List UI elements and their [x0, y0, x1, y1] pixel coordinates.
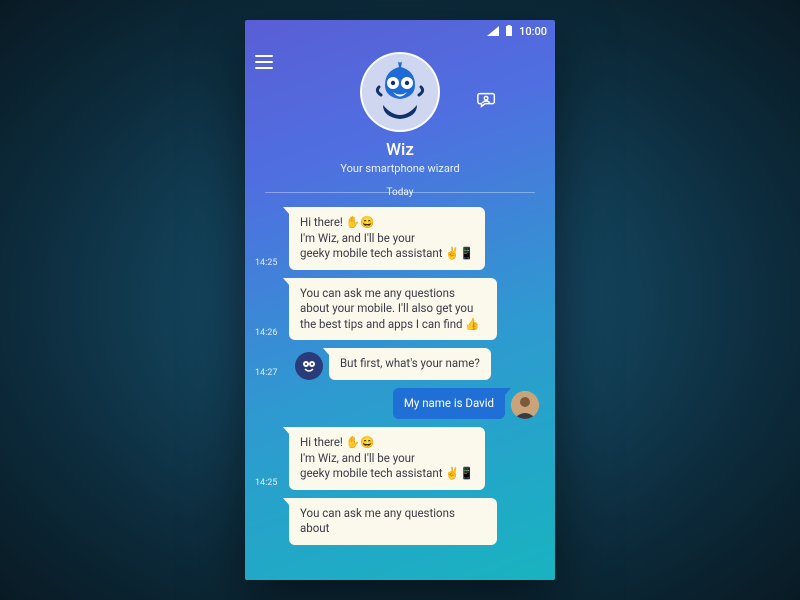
chat-scroll[interactable]: 14:25 Hi there! ✋😄 I'm Wiz, and I'll be …: [245, 207, 555, 545]
battery-icon: [505, 25, 513, 37]
chat-header: Wiz Your smartphone wizard: [245, 42, 555, 175]
message-row: You can ask me any questions about: [255, 498, 545, 545]
message-row: My name is David: [255, 388, 545, 420]
message-time: 14:25: [255, 478, 289, 490]
bot-avatar[interactable]: [360, 52, 440, 132]
message-time: 14:26: [255, 328, 289, 340]
message-time: 14:27: [255, 368, 289, 380]
date-chip: Today: [379, 187, 422, 198]
message-time: 14:25: [255, 258, 289, 270]
contact-chat-icon[interactable]: [473, 86, 501, 114]
message-row: 14:26 You can ask me any questions about…: [255, 278, 545, 341]
clock-text: 10:00: [519, 25, 547, 38]
message-row: 14:25 Hi there! ✋😄 I'm Wiz, and I'll be …: [255, 207, 545, 270]
bot-name: Wiz: [245, 140, 555, 160]
signal-icon: [487, 26, 499, 36]
message-time: [255, 543, 289, 545]
message-row: 14:25 Hi there! ✋😄 I'm Wiz, and I'll be …: [255, 427, 545, 490]
bot-subtitle: Your smartphone wizard: [245, 162, 555, 175]
date-divider: Today: [265, 185, 535, 199]
message-bubble-out[interactable]: My name is David: [393, 388, 505, 420]
message-bubble-in[interactable]: You can ask me any questions about: [289, 498, 497, 545]
phone-frame: 10:00 Wiz: [245, 20, 555, 580]
stage: 10:00 Wiz: [0, 0, 800, 600]
message-bubble-in[interactable]: You can ask me any questions about your …: [289, 278, 497, 341]
message-bubble-in[interactable]: Hi there! ✋😄 I'm Wiz, and I'll be your g…: [289, 427, 485, 490]
message-bubble-in[interactable]: Hi there! ✋😄 I'm Wiz, and I'll be your g…: [289, 207, 485, 270]
message-row: 14:27 But first, what's your name?: [255, 348, 545, 380]
user-mini-avatar[interactable]: [511, 391, 539, 419]
message-bubble-in[interactable]: But first, what's your name?: [329, 348, 491, 380]
bot-mini-avatar[interactable]: [295, 352, 323, 380]
status-bar: 10:00: [245, 20, 555, 42]
